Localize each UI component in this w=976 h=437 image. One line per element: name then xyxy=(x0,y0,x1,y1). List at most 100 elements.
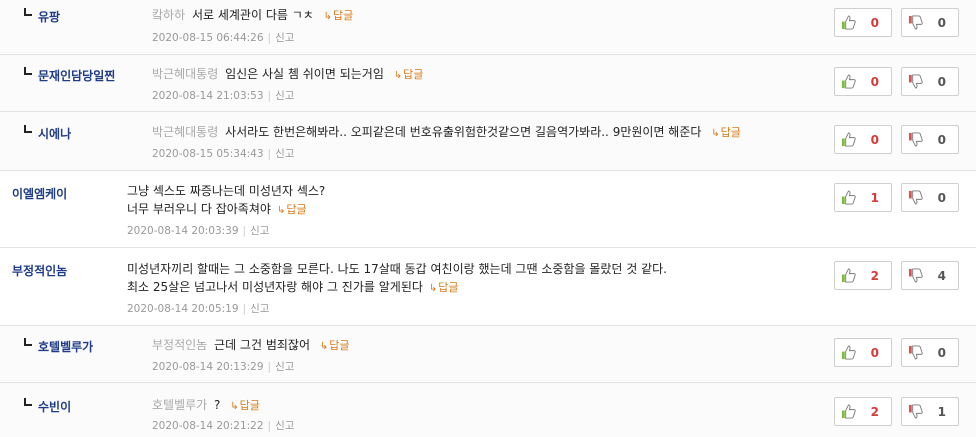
like-button[interactable]: 0 xyxy=(834,338,892,367)
comment-date: 2020-08-14 20:03:39 xyxy=(127,225,239,237)
comment-body: 캌하하 서로 세계관이 다름 ㄱㅊ ↳답글 xyxy=(152,6,353,26)
comment-body: 그냥 섹스도 짜증나는데 미성년자 섹스? 너무 부러우니 다 잡아족쳐야 ↳답글 xyxy=(127,182,325,220)
comment-author[interactable]: 유팡 xyxy=(38,8,60,25)
dislike-button[interactable]: 1 xyxy=(901,397,959,426)
comment-meta: 2020-08-14 20:13:29 | 신고 xyxy=(152,361,295,373)
reply-arrow-icon: ↳ xyxy=(428,283,438,294)
reply-link[interactable]: ↳답글 xyxy=(711,126,741,139)
comment-author[interactable]: 시에나 xyxy=(38,125,71,142)
reply-indent-icon xyxy=(24,8,32,16)
thumbs-up-icon xyxy=(841,190,856,205)
like-count: 2 xyxy=(870,405,879,419)
reply-target[interactable]: 부정적인놈 xyxy=(152,338,207,352)
comment-date: 2020-08-15 06:44:26 xyxy=(152,32,264,44)
like-count: 0 xyxy=(870,133,879,147)
comment-text: 근데 그건 범죄잖어 xyxy=(214,338,310,352)
reply-target[interactable]: 박근혜대통령 xyxy=(152,125,218,139)
reply-target[interactable]: 호텔벨루가 xyxy=(152,398,207,412)
comment-date: 2020-08-14 20:21:22 xyxy=(152,420,264,432)
like-button[interactable]: 2 xyxy=(834,397,892,426)
thumbs-down-icon xyxy=(908,404,923,419)
comment-text-line: 최소 25살은 넘고나서 미성년자랑 해야 그 진가를 알게된다 xyxy=(127,280,423,294)
thumbs-down-icon xyxy=(908,345,923,360)
report-link[interactable]: 신고 xyxy=(275,420,294,432)
like-count: 1 xyxy=(870,191,879,205)
thumbs-up-icon xyxy=(841,268,856,283)
dislike-count: 0 xyxy=(937,191,946,205)
reply-target[interactable]: 캌하하 xyxy=(152,8,185,22)
reply-target[interactable]: 박근혜대통령 xyxy=(152,67,218,81)
thumbs-down-icon xyxy=(908,190,923,205)
reply-link[interactable]: ↳답글 xyxy=(394,68,424,81)
comment-text: 임신은 사실 쳄 쉬이면 되는거임 xyxy=(225,67,384,81)
comment-date: 2020-08-14 20:13:29 xyxy=(152,361,264,373)
reply-link[interactable]: ↳답글 xyxy=(324,9,354,22)
reply-arrow-icon: ↳ xyxy=(711,128,720,139)
like-button[interactable]: 2 xyxy=(834,261,892,290)
comment-author[interactable]: 호텔벨루가 xyxy=(38,338,93,355)
comment-row: 호텔벨루가 부정적인놈 근데 그건 범죄잖어 ↳답글 2020-08-14 20… xyxy=(0,326,976,383)
comment-body: 박근혜대통령 사서라도 한번은해봐라.. 오피같은데 번호유출위험한것같으면 길… xyxy=(152,123,741,143)
report-link[interactable]: 신고 xyxy=(275,90,294,102)
comment-row: 수빈이 호텔벨루가 ? ↳답글 2020-08-14 20:21:22 | 신고 2… xyxy=(0,383,976,437)
dislike-count: 0 xyxy=(937,75,946,89)
dislike-button[interactable]: 4 xyxy=(901,261,959,290)
dislike-count: 0 xyxy=(937,133,946,147)
dislike-button[interactable]: 0 xyxy=(901,183,959,212)
comment-row: 문재인담당일찐 박근혜대통령 임신은 사실 쳄 쉬이면 되는거임 ↳답글 202… xyxy=(0,55,976,112)
comment-body: 부정적인놈 근데 그건 범죄잖어 ↳답글 xyxy=(152,336,349,356)
comment-text: 서로 세계관이 다름 ㄱㅊ xyxy=(191,8,314,22)
reply-link[interactable]: ↳답글 xyxy=(230,399,260,412)
like-button[interactable]: 0 xyxy=(834,8,892,37)
comment-meta: 2020-08-15 06:44:26 | 신고 xyxy=(152,32,295,44)
like-count: 0 xyxy=(870,16,879,30)
reply-link[interactable]: ↳답글 xyxy=(277,203,307,216)
thumbs-down-icon xyxy=(908,15,923,30)
comment-author[interactable]: 문재인담당일찐 xyxy=(38,67,115,84)
reply-arrow-icon: ↳ xyxy=(276,205,286,216)
comment-author[interactable]: 수빈이 xyxy=(38,398,71,415)
comment-body: 호텔벨루가 ? ↳답글 xyxy=(152,396,260,416)
like-button[interactable]: 0 xyxy=(834,125,892,154)
dislike-button[interactable]: 0 xyxy=(901,8,959,37)
comment-row: 유팡 캌하하 서로 세계관이 다름 ㄱㅊ ↳답글 2020-08-15 06:4… xyxy=(0,0,976,55)
comment-date: 2020-08-14 20:05:19 xyxy=(127,303,239,315)
reply-link[interactable]: ↳답글 xyxy=(429,281,459,294)
thumbs-up-icon xyxy=(841,404,856,419)
reply-link[interactable]: ↳답글 xyxy=(320,339,350,352)
comment-meta: 2020-08-14 21:03:53 | 신고 xyxy=(152,90,295,102)
reply-indent-icon xyxy=(24,67,32,75)
dislike-count: 1 xyxy=(937,405,946,419)
thumbs-down-icon xyxy=(908,74,923,89)
report-link[interactable]: 신고 xyxy=(275,32,294,44)
comment-meta: 2020-08-14 20:03:39 | 신고 xyxy=(127,225,270,237)
comment-row: 시에나 박근혜대통령 사서라도 한번은해봐라.. 오피같은데 번호유출위험한것같… xyxy=(0,112,976,171)
comment-text: 사서라도 한번은해봐라.. 오피같은데 번호유출위험한것같으면 길음역가봐라..… xyxy=(225,125,702,139)
comment-body: 미성년자끼리 할때는 그 소중함을 모른다. 나도 17살때 동갑 여친이랑 했… xyxy=(127,260,667,298)
comment-text: ? xyxy=(214,398,221,412)
comment-row: 부정적인놈 미성년자끼리 할때는 그 소중함을 모른다. 나도 17살때 동갑 … xyxy=(0,248,976,326)
comment-row: 이엘엠케이 그냥 섹스도 짜증나는데 미성년자 섹스? 너무 부러우니 다 잡아… xyxy=(0,171,976,248)
report-link[interactable]: 신고 xyxy=(250,303,269,315)
dislike-button[interactable]: 0 xyxy=(901,67,959,96)
comment-date: 2020-08-15 05:34:43 xyxy=(152,148,264,160)
dislike-button[interactable]: 0 xyxy=(901,125,959,154)
thumbs-up-icon xyxy=(841,132,856,147)
reply-arrow-icon: ↳ xyxy=(393,70,403,81)
thumbs-up-icon xyxy=(841,74,856,89)
like-count: 0 xyxy=(870,75,879,89)
dislike-button[interactable]: 0 xyxy=(901,338,959,367)
comment-meta: 2020-08-14 20:05:19 | 신고 xyxy=(127,303,270,315)
like-button[interactable]: 1 xyxy=(834,183,892,212)
report-link[interactable]: 신고 xyxy=(275,361,294,373)
report-link[interactable]: 신고 xyxy=(250,225,269,237)
comment-list: 유팡 캌하하 서로 세계관이 다름 ㄱㅊ ↳답글 2020-08-15 06:4… xyxy=(0,0,976,437)
comment-text-line: 너무 부러우니 다 잡아족쳐야 xyxy=(127,202,271,216)
reply-arrow-icon: ↳ xyxy=(230,401,239,412)
comment-author[interactable]: 부정적인놈 xyxy=(12,262,67,279)
like-count: 2 xyxy=(870,269,879,283)
report-link[interactable]: 신고 xyxy=(275,148,294,160)
dislike-count: 0 xyxy=(937,346,946,360)
comment-author[interactable]: 이엘엠케이 xyxy=(12,185,67,202)
like-button[interactable]: 0 xyxy=(834,67,892,96)
